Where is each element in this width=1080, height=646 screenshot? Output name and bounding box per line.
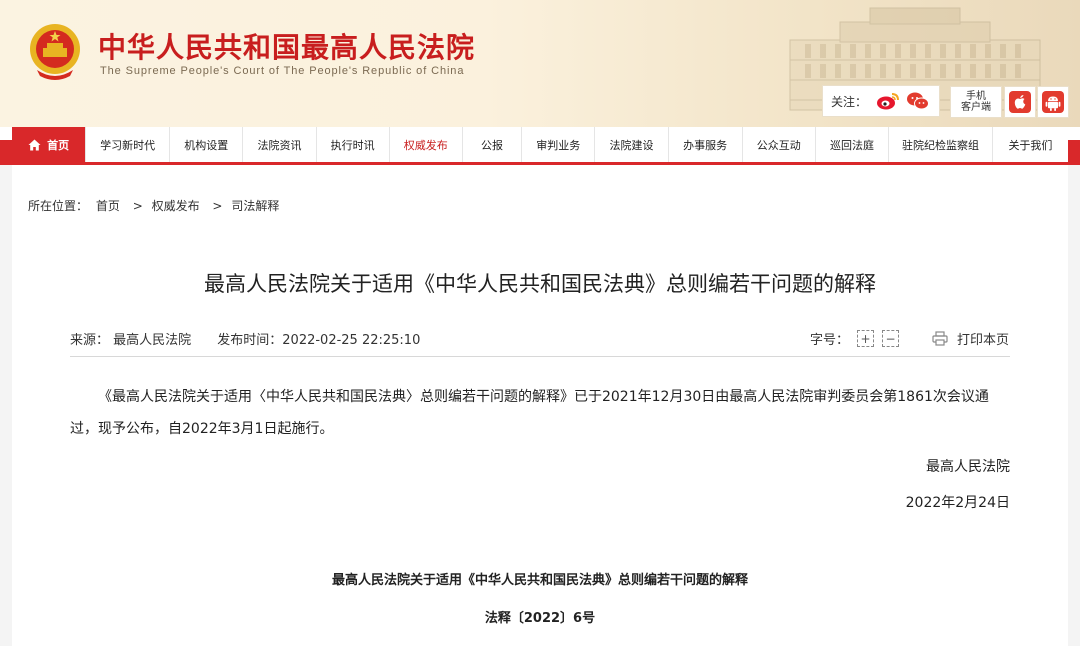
breadcrumb-home[interactable]: 首页 — [96, 199, 120, 213]
site-title[interactable]: 中华人民共和国最高人民法院 — [98, 26, 475, 66]
home-icon — [28, 139, 41, 150]
page-gutter-right — [1068, 165, 1080, 646]
document-title: 最高人民法院关于适用《中华人民共和国民法典》总则编若干问题的解释 — [331, 573, 748, 588]
document-number: 法释〔2022〕6号 — [484, 611, 596, 626]
print-label: 打印本页 — [957, 333, 1010, 348]
main-nav: 首页 学习新时代 机构设置 法院资讯 执行时讯 权威发布 公报 审判业务 法院建… — [12, 127, 1068, 165]
breadcrumb-prefix: 所在位置： — [28, 199, 89, 213]
nav-edge-left — [0, 140, 12, 165]
nav-item-home[interactable]: 首页 — [12, 127, 87, 162]
nav-item-services[interactable]: 办事服务 — [669, 127, 743, 162]
nav-label: 公报 — [481, 138, 504, 152]
font-size-label: 字号： — [810, 333, 850, 348]
nav-label: 机构设置 — [184, 138, 229, 152]
article-sign-date: 2022年2月24日 — [905, 495, 1010, 511]
nav-label: 审判业务 — [536, 138, 581, 152]
nav-item-authoritative-release[interactable]: 权威发布 — [390, 127, 463, 162]
printer-icon — [932, 331, 948, 346]
follow-label: 关注： — [831, 94, 868, 109]
nav-label: 巡回法庭 — [829, 138, 874, 152]
meta-divider — [70, 356, 1010, 357]
nav-label: 法院建设 — [609, 138, 654, 152]
nav-item-public-interaction[interactable]: 公众互动 — [743, 127, 816, 162]
site-header: 中华人民共和国最高人民法院 The Supreme People's Court… — [0, 0, 1080, 127]
nav-item-court-construction[interactable]: 法院建设 — [595, 127, 669, 162]
client-label-line1: 手机 — [966, 91, 986, 102]
site-subtitle: The Supreme People's Court of The People… — [100, 65, 465, 77]
nav-label: 学习新时代 — [100, 138, 156, 152]
nav-item-trial-business[interactable]: 审判业务 — [522, 127, 596, 162]
nav-item-discipline-inspection[interactable]: 驻院纪检监察组 — [889, 127, 993, 162]
breadcrumb: 所在位置： 首页 > 权威发布 > 司法解释 — [28, 197, 283, 214]
nav-label: 执行时讯 — [330, 138, 375, 152]
mobile-client-button[interactable]: 手机 客户端 — [950, 86, 1002, 118]
apple-icon[interactable] — [1004, 86, 1036, 118]
android-icon[interactable] — [1037, 86, 1069, 118]
breadcrumb-authoritative-release[interactable]: 权威发布 — [152, 199, 200, 213]
wechat-icon[interactable] — [905, 88, 931, 114]
article-publish-time: 发布时间：2022-02-25 22:25:10 — [217, 333, 421, 348]
nav-item-gazette[interactable]: 公报 — [463, 127, 523, 162]
nav-label: 公众互动 — [756, 138, 801, 152]
breadcrumb-separator: > — [212, 199, 223, 213]
font-size-control: 字号： + − — [810, 329, 900, 348]
follow-bar: 关注： — [822, 85, 941, 117]
breadcrumb-separator: > — [132, 199, 143, 213]
nav-item-enforcement-news[interactable]: 执行时讯 — [317, 127, 390, 162]
weibo-icon[interactable] — [875, 88, 901, 114]
page-gutter-left — [0, 165, 12, 646]
nav-label: 权威发布 — [403, 138, 448, 152]
nav-label: 关于我们 — [1008, 138, 1053, 152]
font-decrease-button[interactable]: − — [882, 330, 900, 347]
nav-item-circuit-court[interactable]: 巡回法庭 — [816, 127, 890, 162]
national-emblem-icon — [30, 24, 80, 80]
client-label-line2: 客户端 — [961, 102, 991, 113]
article-meta: 来源： 最高人民法院 发布时间：2022-02-25 22:25:10 — [70, 329, 420, 348]
article-source: 来源： 最高人民法院 — [70, 333, 192, 348]
nav-label: 法院资讯 — [257, 138, 302, 152]
nav-item-about-us[interactable]: 关于我们 — [993, 127, 1068, 162]
nav-item-study[interactable]: 学习新时代 — [86, 127, 171, 162]
nav-label: 驻院纪检监察组 — [901, 138, 979, 152]
nav-label: 办事服务 — [683, 138, 728, 152]
print-button[interactable]: 打印本页 — [932, 329, 1009, 348]
follow-box: 关注： — [822, 85, 941, 117]
article-paragraph: 《最高人民法院关于适用〈中华人民共和国民法典〉总则编若干问题的解释》已于2021… — [70, 389, 989, 437]
article-signer: 最高人民法院 — [926, 459, 1010, 475]
article-title: 最高人民法院关于适用《中华人民共和国民法典》总则编若干问题的解释 — [204, 272, 876, 296]
nav-item-court-news[interactable]: 法院资讯 — [243, 127, 317, 162]
nav-item-organization[interactable]: 机构设置 — [170, 127, 244, 162]
font-increase-button[interactable]: + — [857, 330, 875, 347]
nav-edge-right — [1068, 140, 1080, 165]
breadcrumb-judicial-interpretation[interactable]: 司法解释 — [231, 199, 279, 213]
nav-label: 首页 — [47, 138, 70, 152]
